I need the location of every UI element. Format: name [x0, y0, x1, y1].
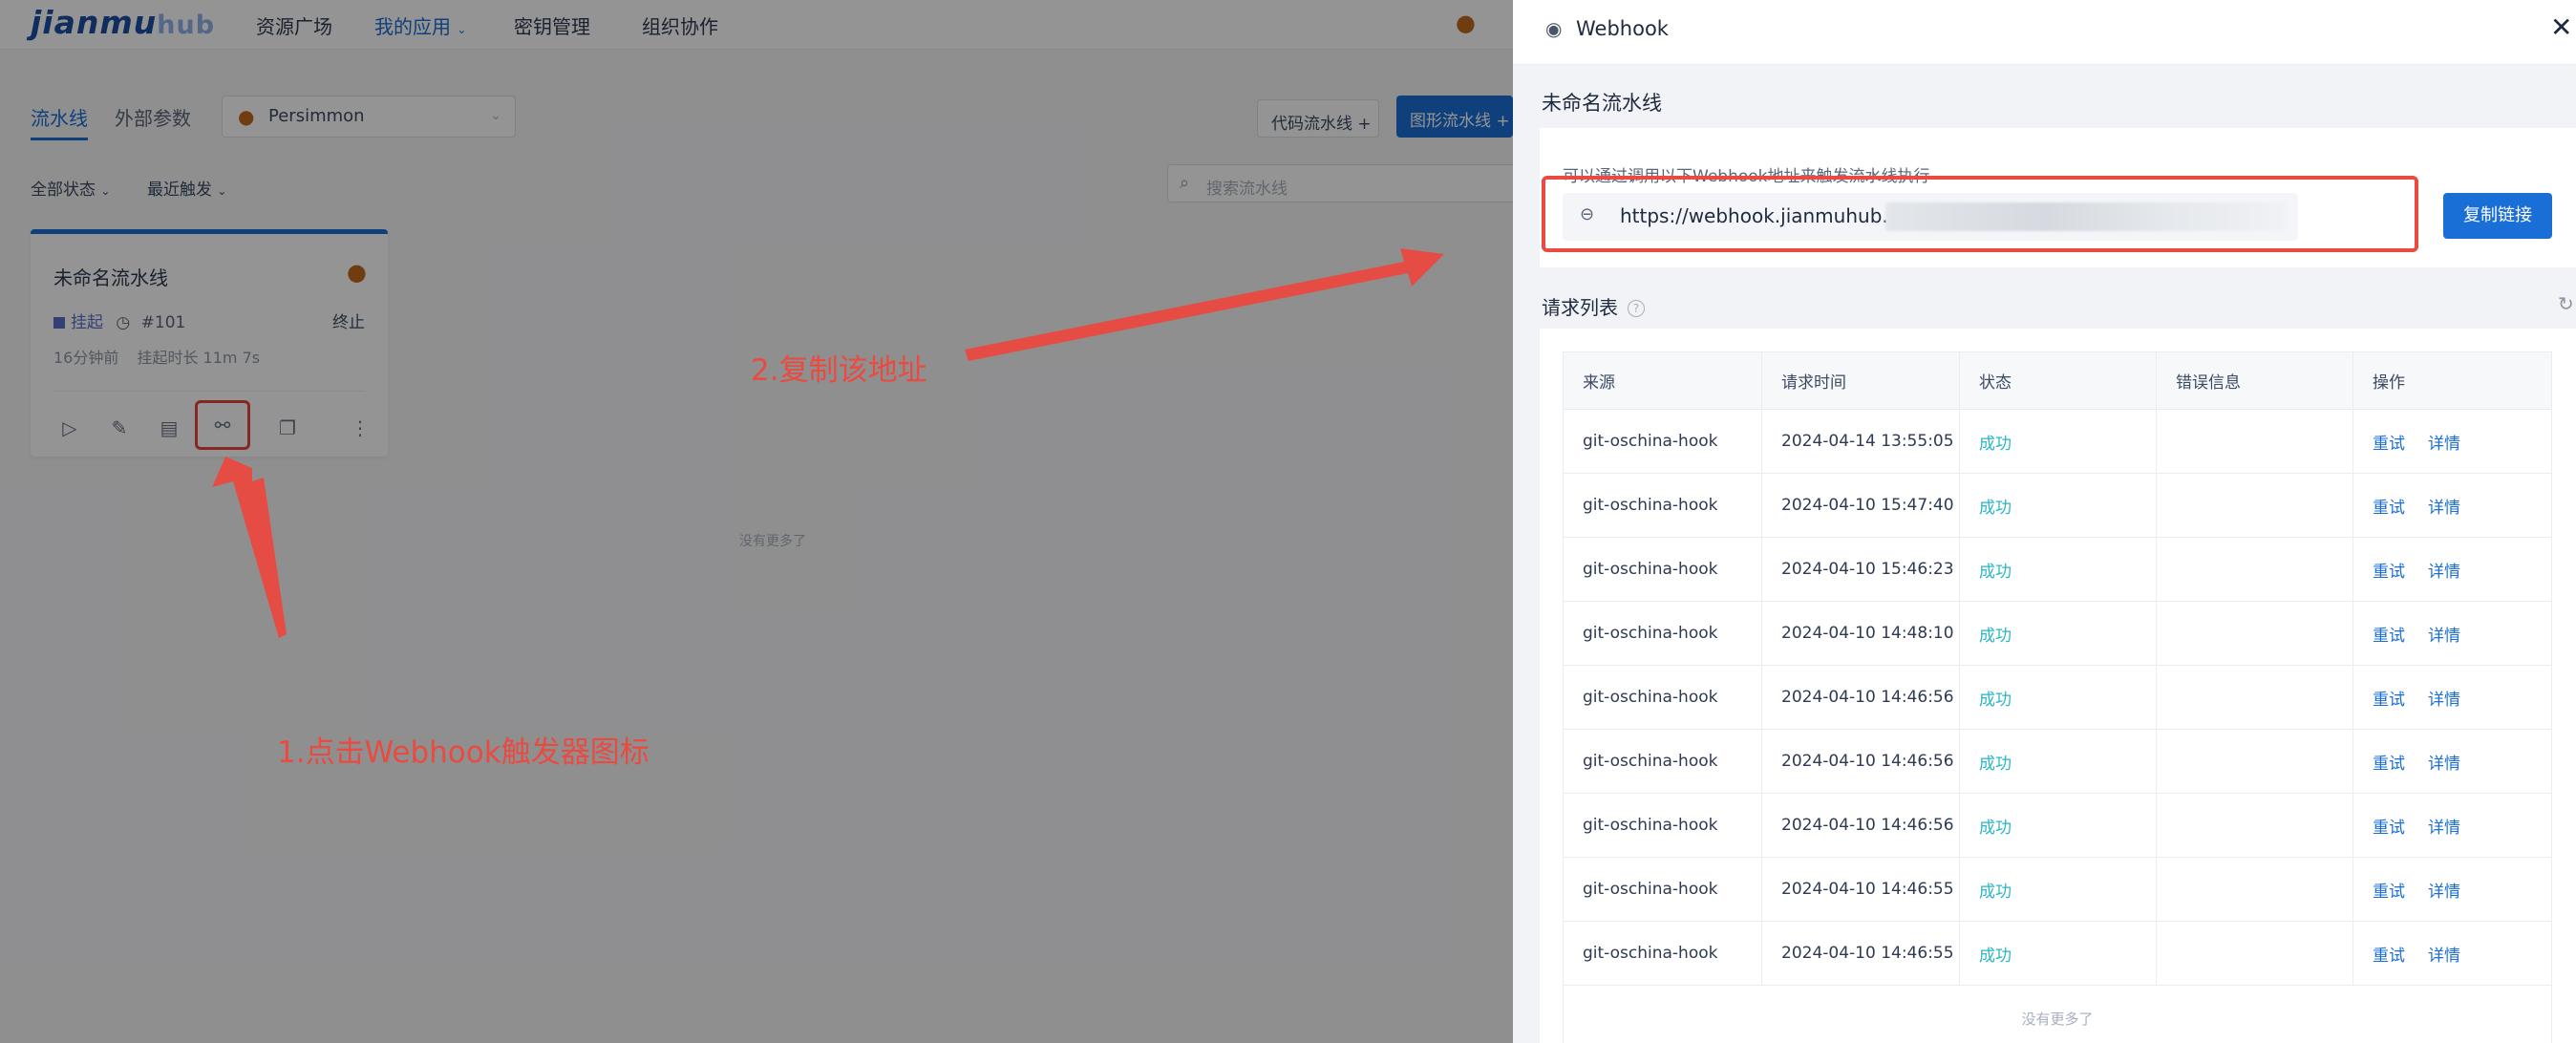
close-icon[interactable]: ✕ [2550, 11, 2572, 43]
detail-link[interactable]: 详情 [2428, 622, 2460, 646]
detail-link[interactable]: 详情 [2428, 686, 2460, 710]
row-error [2157, 730, 2353, 793]
eye-icon: ◉ [1545, 17, 1563, 40]
row-status: 成功 [1960, 474, 2157, 537]
annotation-step2: 2.复制该地址 [751, 353, 927, 388]
col-source: 来源 [1564, 352, 1762, 409]
url-highlight-box [1542, 176, 2418, 252]
copy-link-button[interactable]: 复制链接 [2443, 193, 2552, 239]
detail-link[interactable]: 详情 [2428, 878, 2460, 902]
row-error [2157, 858, 2353, 921]
webhook-drawer: ◉ Webhook ✕ 未命名流水线 可以通过调用以下Webhook地址来触发流… [1513, 0, 2576, 1043]
table-row: git-oschina-hook 2024-04-10 15:46:23 成功 重试详… [1564, 538, 2551, 602]
retry-link[interactable]: 重试 [2373, 686, 2405, 710]
col-actions: 操作 [2373, 373, 2405, 393]
row-error [2157, 410, 2353, 473]
row-request-time: 2024-04-10 14:46:56 [1762, 794, 1960, 857]
drawer-header: ◉ Webhook ✕ [1513, 0, 2576, 65]
col-error: 错误信息 [2157, 352, 2353, 409]
pipeline-name: 未命名流水线 [1542, 92, 1662, 115]
row-source: git-oschina-hook [1564, 410, 1762, 473]
row-request-time: 2024-04-10 14:46:56 [1762, 730, 1960, 793]
table-row: git-oschina-hook 2024-04-14 13:55:05 成功 重试详… [1564, 410, 2551, 474]
row-source: git-oschina-hook [1564, 602, 1762, 665]
request-table: 来源 请求时间 状态 错误信息 操作 git-oschina-hook 2024-… [1563, 351, 2552, 1043]
detail-link[interactable]: 详情 [2428, 814, 2460, 838]
retry-link[interactable]: 重试 [2373, 622, 2405, 646]
row-source: git-oschina-hook [1564, 730, 1762, 793]
table-row: git-oschina-hook 2024-04-10 14:46:56 成功 重试详… [1564, 730, 2551, 794]
row-status: 成功 [1960, 602, 2157, 665]
help-icon[interactable]: ? [1628, 300, 1645, 317]
row-actions: 重试 详情 [2353, 794, 2553, 857]
col-request-time: 请求时间 [1762, 352, 1960, 409]
row-error [2157, 474, 2353, 537]
row-status: 成功 [1960, 410, 2157, 473]
arrow-to-url [965, 248, 1444, 361]
row-error [2157, 922, 2353, 985]
row-source: git-oschina-hook [1564, 858, 1762, 921]
retry-link[interactable]: 重试 [2373, 494, 2405, 518]
table-row: git-oschina-hook 2024-04-10 14:46:56 成功 重试详… [1564, 794, 2551, 858]
row-actions: 重试 详情 [2353, 538, 2553, 601]
retry-link[interactable]: 重试 [2373, 942, 2405, 966]
row-actions: 重试 详情 [2353, 410, 2553, 473]
retry-link[interactable]: 重试 [2373, 750, 2405, 774]
row-actions: 重试 详情 [2353, 474, 2553, 537]
row-source: git-oschina-hook [1564, 474, 1762, 537]
row-request-time: 2024-04-10 15:46:23 [1762, 538, 1960, 601]
table-row: git-oschina-hook 2024-04-10 14:48:10 成功 重试详… [1564, 602, 2551, 666]
retry-link[interactable]: 重试 [2373, 430, 2405, 454]
row-actions: 重试 详情 [2353, 666, 2553, 729]
row-actions: 重试 详情 [2353, 922, 2553, 985]
row-error [2157, 602, 2353, 665]
row-source: git-oschina-hook [1564, 666, 1762, 729]
table-row: git-oschina-hook 2024-04-10 14:46:56 成功 重试详… [1564, 666, 2551, 730]
drawer-title: Webhook [1576, 17, 1669, 40]
row-error [2157, 538, 2353, 601]
refresh-icon[interactable]: ↻ [2558, 292, 2574, 315]
retry-link[interactable]: 重试 [2373, 558, 2405, 582]
row-error [2157, 666, 2353, 729]
row-request-time: 2024-04-10 14:46:55 [1762, 858, 1960, 921]
table-header: 来源 请求时间 状态 错误信息 操作 [1564, 352, 2551, 410]
table-row: git-oschina-hook 2024-04-10 14:46:55 成功 重试详… [1564, 858, 2551, 922]
row-actions: 重试 详情 [2353, 858, 2553, 921]
row-source: git-oschina-hook [1564, 922, 1762, 985]
no-more-text: 没有更多了 [2021, 1011, 2094, 1028]
table-row: git-oschina-hook 2024-04-10 14:46:55 成功 重试详… [1564, 922, 2551, 986]
row-source: git-oschina-hook [1564, 794, 1762, 857]
row-request-time: 2024-04-10 14:48:10 [1762, 602, 1960, 665]
row-status: 成功 [1960, 666, 2157, 729]
retry-link[interactable]: 重试 [2373, 814, 2405, 838]
row-actions: 重试 详情 [2353, 730, 2553, 793]
row-actions: 重试 详情 [2353, 602, 2553, 665]
row-status: 成功 [1960, 922, 2157, 985]
row-request-time: 2024-04-10 14:46:55 [1762, 922, 1960, 985]
retry-link[interactable]: 重试 [2373, 878, 2405, 902]
row-status: 成功 [1960, 538, 2157, 601]
arrow-to-webhook-icon [212, 457, 287, 638]
row-status: 成功 [1960, 858, 2157, 921]
detail-link[interactable]: 详情 [2428, 750, 2460, 774]
row-request-time: 2024-04-14 13:55:05 [1762, 410, 1960, 473]
annotation-arrows [212, 248, 1444, 638]
detail-link[interactable]: 详情 [2428, 430, 2460, 454]
annotation-step1: 1.点击Webhook触发器图标 [277, 735, 649, 770]
detail-link[interactable]: 详情 [2428, 942, 2460, 966]
request-table-panel: 来源 请求时间 状态 错误信息 操作 git-oschina-hook 2024-… [1540, 329, 2576, 1043]
row-request-time: 2024-04-10 15:47:40 [1762, 474, 1960, 537]
table-body: git-oschina-hook 2024-04-14 13:55:05 成功 重试详… [1564, 410, 2551, 986]
col-status: 状态 [1960, 352, 2157, 409]
table-row: git-oschina-hook 2024-04-10 15:47:40 成功 重试详… [1564, 474, 2551, 538]
request-list-title: 请求列表? [1542, 292, 1645, 320]
row-status: 成功 [1960, 794, 2157, 857]
detail-link[interactable]: 详情 [2428, 558, 2460, 582]
row-status: 成功 [1960, 730, 2157, 793]
detail-link[interactable]: 详情 [2428, 494, 2460, 518]
row-error [2157, 794, 2353, 857]
row-request-time: 2024-04-10 14:46:56 [1762, 666, 1960, 729]
row-source: git-oschina-hook [1564, 538, 1762, 601]
